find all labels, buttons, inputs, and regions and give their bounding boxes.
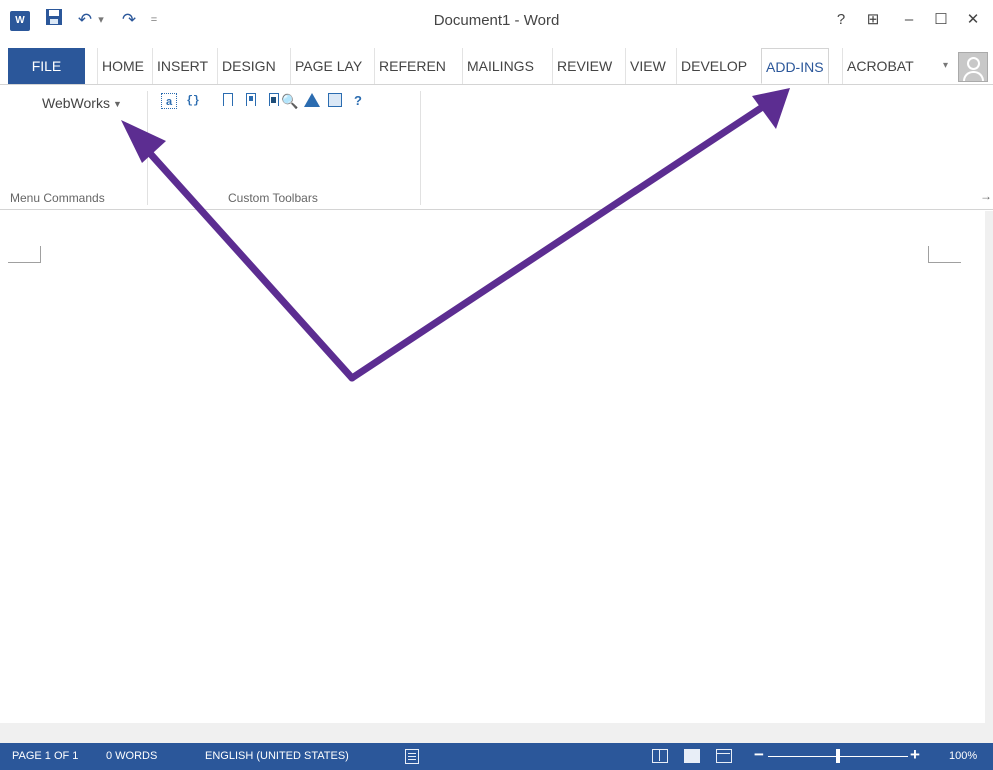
tab-references[interactable]: REFEREN xyxy=(374,48,450,84)
menu-commands-group-label: Menu Commands xyxy=(10,191,105,205)
page-margin-mark-right xyxy=(928,246,961,263)
braces-icon[interactable]: {} xyxy=(185,93,201,109)
ribbon-display-options-icon[interactable]: ⊞ xyxy=(860,8,886,32)
group-divider xyxy=(147,91,148,205)
custom-toolbars-group-label: Custom Toolbars xyxy=(228,191,318,205)
bookmark-filled-icon[interactable] xyxy=(235,93,256,109)
tab-view[interactable]: VIEW xyxy=(625,48,670,84)
help-icon[interactable]: ? xyxy=(350,93,366,109)
avatar-body-icon xyxy=(963,71,984,81)
word-count-status[interactable]: 0 WORDS xyxy=(106,750,157,762)
tab-review[interactable]: REVIEW xyxy=(552,48,616,84)
print-layout-icon[interactable] xyxy=(684,749,700,763)
tab-add-ins[interactable]: ADD-INS xyxy=(761,48,829,84)
document-canvas[interactable] xyxy=(0,211,993,743)
image-icon[interactable] xyxy=(328,93,342,107)
minimize-button[interactable]: – xyxy=(896,8,922,32)
chevron-down-icon: ▼ xyxy=(112,99,122,110)
tab-acrobat[interactable]: ACROBAT xyxy=(842,48,918,84)
status-bar: PAGE 1 OF 1 0 WORDS ENGLISH (UNITED STAT… xyxy=(0,743,993,770)
zoom-slider-thumb[interactable] xyxy=(836,749,840,763)
tab-overflow-chevron-icon[interactable]: ▾ xyxy=(943,48,948,84)
tab-insert[interactable]: INSERT xyxy=(152,48,212,84)
triangle-icon[interactable] xyxy=(304,93,320,109)
proofing-icon[interactable] xyxy=(405,749,419,764)
ribbon-panel: WebWorks ▼ a {} 🔍 ? Menu Commands Custom … xyxy=(0,84,993,210)
zoom-in-button[interactable]: + xyxy=(910,745,920,765)
help-button[interactable]: ? xyxy=(828,8,854,32)
bookmark-icon[interactable] xyxy=(212,93,233,109)
title-bar: W ↶ ▾ ↷ = Document1 - Word ? ⊞ – ☐ ✕ xyxy=(0,0,993,42)
zoom-out-button[interactable]: − xyxy=(754,745,764,765)
tab-home[interactable]: HOME xyxy=(97,48,148,84)
webworks-menu-button[interactable]: WebWorks ▼ xyxy=(42,95,122,111)
ribbon-tabs: FILE HOME INSERT DESIGN PAGE LAY REFEREN… xyxy=(0,48,993,88)
document-bottom-gutter xyxy=(0,723,993,743)
tab-developer[interactable]: DEVELOP xyxy=(676,48,751,84)
avatar-head-icon xyxy=(967,57,980,70)
maximize-button[interactable]: ☐ xyxy=(928,8,954,32)
webworks-label: WebWorks xyxy=(42,95,110,111)
read-mode-icon[interactable] xyxy=(652,749,668,763)
tab-file[interactable]: FILE xyxy=(8,48,85,84)
group-divider xyxy=(420,91,421,205)
page-margin-mark-left xyxy=(8,246,41,263)
pin-ribbon-icon[interactable]: → xyxy=(980,189,992,203)
language-status[interactable]: ENGLISH (UNITED STATES) xyxy=(205,750,349,762)
bookmark-dark-icon[interactable] xyxy=(258,93,279,109)
user-avatar[interactable] xyxy=(958,52,988,82)
tab-page-layout[interactable]: PAGE LAY xyxy=(290,48,366,84)
insert-marker-icon[interactable]: a xyxy=(161,93,177,109)
tab-design[interactable]: DESIGN xyxy=(217,48,280,84)
tab-mailings[interactable]: MAILINGS xyxy=(462,48,538,84)
web-layout-icon[interactable] xyxy=(716,749,732,763)
zoom-level[interactable]: 100% xyxy=(949,750,977,762)
page-count-status[interactable]: PAGE 1 OF 1 xyxy=(12,750,78,762)
magnifier-icon[interactable]: 🔍 xyxy=(281,93,298,109)
close-button[interactable]: ✕ xyxy=(960,8,986,32)
